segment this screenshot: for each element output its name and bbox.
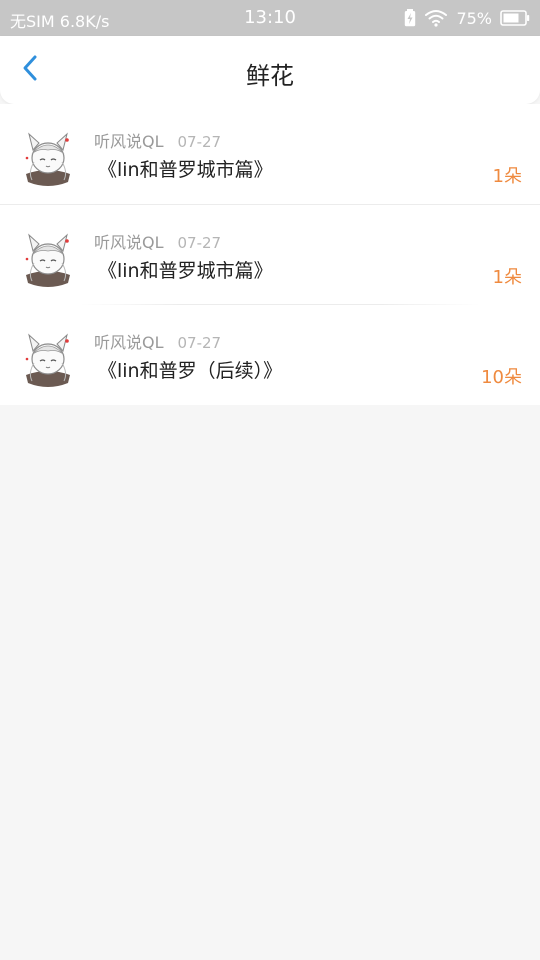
battery-icon xyxy=(500,10,530,26)
author-name[interactable]: 听风说QL xyxy=(94,333,164,352)
status-right: 75% xyxy=(404,6,530,30)
avatar[interactable] xyxy=(18,229,78,289)
list-item[interactable]: 听风说QL 07-27 《lin和普罗城市篇》 1朵 xyxy=(0,104,540,205)
wifi-icon xyxy=(424,9,448,27)
item-meta: 听风说QL 07-27 xyxy=(94,128,221,152)
list-item[interactable]: 听风说QL 07-27 《lin和普罗城市篇》 1朵 xyxy=(0,205,540,305)
item-date: 07-27 xyxy=(177,133,222,151)
page-title: 鲜花 xyxy=(246,62,294,90)
avatar[interactable] xyxy=(18,128,78,188)
battery-percent: 75% xyxy=(456,8,492,28)
author-name[interactable]: 听风说QL xyxy=(94,233,164,252)
nav-bar: 鲜花 xyxy=(0,36,540,104)
book-title[interactable]: 《lin和普罗城市篇》 xyxy=(98,256,273,283)
item-meta: 听风说QL 07-27 xyxy=(94,229,221,253)
list-item[interactable]: 听风说QL 07-27 《lin和普罗（后续）》 10朵 xyxy=(0,305,540,405)
item-date: 07-27 xyxy=(177,334,222,352)
flower-count: 1朵 xyxy=(492,267,522,288)
status-bar: 无SIM 6.8K/s 13:10 75% xyxy=(0,0,540,36)
battery-charging-icon xyxy=(404,9,416,27)
item-meta: 听风说QL 07-27 xyxy=(94,329,221,353)
flower-count: 10朵 xyxy=(481,367,522,388)
flower-list: 听风说QL 07-27 《lin和普罗城市篇》 1朵 听风说QL 07-27 《… xyxy=(0,104,540,405)
book-title[interactable]: 《lin和普罗城市篇》 xyxy=(98,155,273,182)
book-title[interactable]: 《lin和普罗（后续）》 xyxy=(98,356,282,383)
item-date: 07-27 xyxy=(177,234,222,252)
avatar[interactable] xyxy=(18,329,78,389)
author-name[interactable]: 听风说QL xyxy=(94,132,164,151)
flower-count: 1朵 xyxy=(492,166,522,187)
